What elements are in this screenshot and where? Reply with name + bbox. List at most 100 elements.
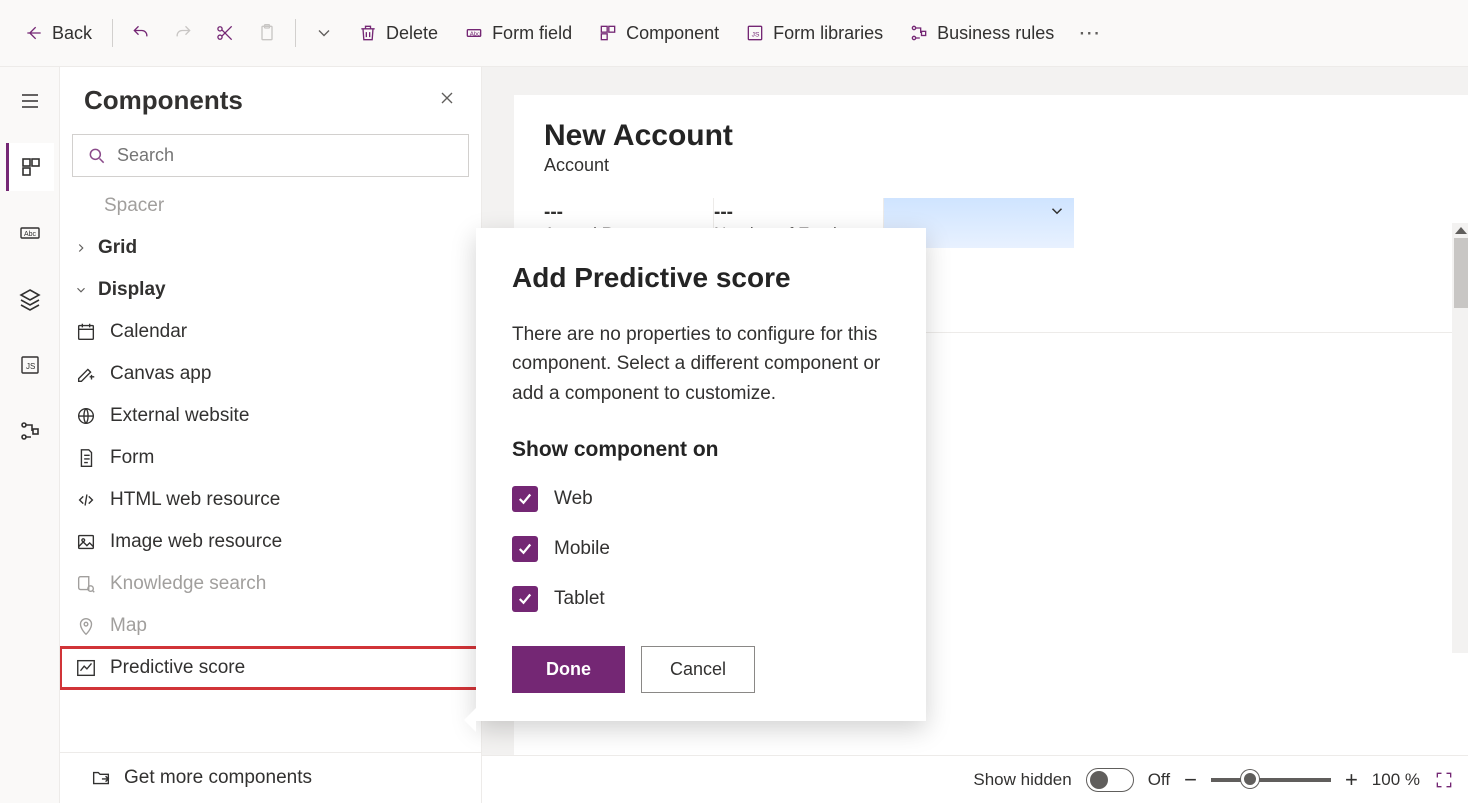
calendar-label: Calendar [110,321,187,343]
image-web-resource-label: Image web resource [110,531,282,553]
svg-text:JS: JS [26,362,35,371]
redo-icon [173,23,193,43]
back-button[interactable]: Back [12,15,104,52]
component-icon [598,23,618,43]
zoom-slider[interactable] [1211,778,1331,782]
map-label: Map [110,615,147,637]
done-button[interactable]: Done [512,646,625,693]
list-item-map[interactable]: Map [60,605,481,647]
search-wrapper [72,134,469,177]
mobile-label: Mobile [554,538,610,560]
delete-label: Delete [386,23,438,44]
trash-icon [358,23,378,43]
branch-icon [18,419,42,443]
redo-button[interactable] [163,15,203,51]
chevron-down-icon [314,23,334,43]
search-input[interactable] [73,135,468,176]
checkbox-mobile[interactable] [512,536,538,562]
checkbox-row-tablet[interactable]: Tablet [512,586,890,612]
zoom-value: 100 % [1372,770,1420,790]
paste-button[interactable] [247,15,287,51]
hamburger-button[interactable] [6,77,54,125]
form-field-button[interactable]: Abc Form field [452,15,584,52]
web-label: Web [554,488,593,510]
dialog-title: Add Predictive score [512,262,890,294]
show-hidden-label: Show hidden [973,770,1071,790]
components-panel: Components Spacer Grid Display Calendar … [60,67,482,803]
list-item-form[interactable]: Form [60,437,481,479]
component-button[interactable]: Component [586,15,731,52]
more-dropdown[interactable] [304,15,344,51]
display-label: Display [98,279,166,301]
image-icon [75,531,97,553]
business-rules-label: Business rules [937,23,1054,44]
code-icon [75,489,97,511]
svg-text:Abc: Abc [470,32,480,38]
form-subtitle: Account [544,155,1440,176]
toggle-off-label: Off [1148,770,1170,790]
predictive-score-label: Predictive score [110,657,245,679]
form-libraries-button[interactable]: JS Form libraries [733,15,895,52]
grid-icon [19,155,43,179]
form-field-label: Form field [492,23,572,44]
knowledge-search-label: Knowledge search [110,573,266,595]
spacer-label: Spacer [104,195,164,217]
rail-libraries[interactable]: JS [6,341,54,389]
list-item-predictive-score[interactable]: Predictive score [60,647,481,689]
back-label: Back [52,23,92,44]
calendar-icon [75,321,97,343]
group-grid[interactable]: Grid [60,227,481,269]
num-employees-value: --- [714,202,869,224]
list-item-canvas-app[interactable]: Canvas app [60,353,481,395]
zoom-out-button[interactable]: − [1184,767,1197,793]
rail-components[interactable] [6,143,54,191]
group-display[interactable]: Display [60,269,481,311]
list-item-html-web-resource[interactable]: HTML web resource [60,479,481,521]
list-item-knowledge-search[interactable]: Knowledge search [60,563,481,605]
form-title: New Account [544,119,1440,153]
svg-text:Abc: Abc [24,231,37,238]
annual-revenue-value: --- [544,202,699,224]
clipboard-icon [257,23,277,43]
checkbox-row-web[interactable]: Web [512,486,890,512]
rail-rules[interactable] [6,407,54,455]
separator [112,19,113,47]
cut-button[interactable] [205,15,245,51]
folder-arrow-icon [90,767,112,789]
delete-button[interactable]: Delete [346,15,450,52]
list-item-calendar[interactable]: Calendar [60,311,481,353]
cancel-button[interactable]: Cancel [641,646,755,693]
component-list[interactable]: Spacer Grid Display Calendar Canvas app … [60,185,481,752]
separator [295,19,296,47]
form-libraries-label: Form libraries [773,23,883,44]
checkbox-web[interactable] [512,486,538,512]
panel-close-button[interactable] [437,88,457,114]
checkbox-row-mobile[interactable]: Mobile [512,536,890,562]
abc-icon: Abc [18,221,42,245]
list-item-external-website[interactable]: External website [60,395,481,437]
overflow-button[interactable]: ⋯ [1068,12,1110,54]
show-hidden-toggle[interactable] [1086,768,1134,792]
rail-fields[interactable]: Abc [6,209,54,257]
check-icon [516,490,534,508]
checkbox-tablet[interactable] [512,586,538,612]
scroll-thumb[interactable] [1454,238,1468,308]
business-rules-button[interactable]: Business rules [897,15,1066,52]
tablet-label: Tablet [554,588,605,610]
pin-icon [75,615,97,637]
rail-layers[interactable] [6,275,54,323]
dialog-section-heading: Show component on [512,438,890,462]
canvas-app-label: Canvas app [110,363,211,385]
status-bar: Show hidden Off − + 100 % [482,755,1468,803]
zoom-in-button[interactable]: + [1345,767,1358,793]
fit-icon[interactable] [1434,770,1454,790]
canvas-scrollbar[interactable] [1452,223,1468,653]
list-item-spacer[interactable]: Spacer [60,185,481,227]
component-label: Component [626,23,719,44]
undo-button[interactable] [121,15,161,51]
check-icon [516,540,534,558]
list-item-image-web-resource[interactable]: Image web resource [60,521,481,563]
pencil-icon [75,363,97,385]
get-more-components[interactable]: Get more components [60,752,481,803]
grid-label: Grid [98,237,137,259]
